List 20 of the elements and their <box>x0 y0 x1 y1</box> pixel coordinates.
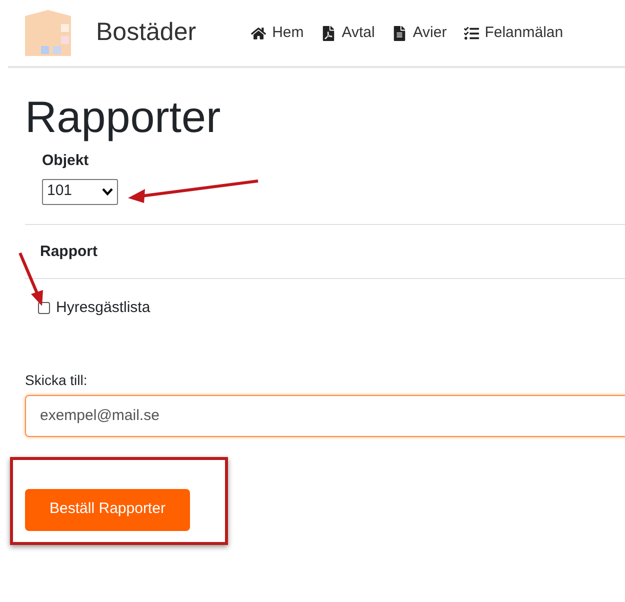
chevron-down-icon <box>102 188 113 196</box>
home-icon <box>251 26 266 40</box>
checklist-icon <box>464 26 479 40</box>
section-heading: Rapport <box>40 242 98 262</box>
annotation-arrow <box>18 252 43 306</box>
document-icon <box>392 26 407 40</box>
checkbox-label: Hyresgästlista <box>56 298 150 318</box>
nav-link[interactable]: Avier <box>392 22 447 44</box>
email-field[interactable]: exempel@mail.se <box>25 394 625 436</box>
brand-name[interactable]: Bostäder <box>96 14 196 52</box>
document-icon <box>320 26 336 40</box>
field-label: Skicka till: <box>25 370 88 390</box>
page-title: Rapporter <box>25 92 222 144</box>
nav-link[interactable]: Felanmälan <box>464 22 564 44</box>
field-label: Objekt <box>42 151 90 171</box>
building-logo-icon <box>25 10 71 56</box>
object-select[interactable]: 101 <box>42 178 118 204</box>
nav-link[interactable]: Hem <box>251 22 304 44</box>
checkbox[interactable] <box>38 302 50 314</box>
nav-link[interactable]: Avtal <box>320 22 375 44</box>
